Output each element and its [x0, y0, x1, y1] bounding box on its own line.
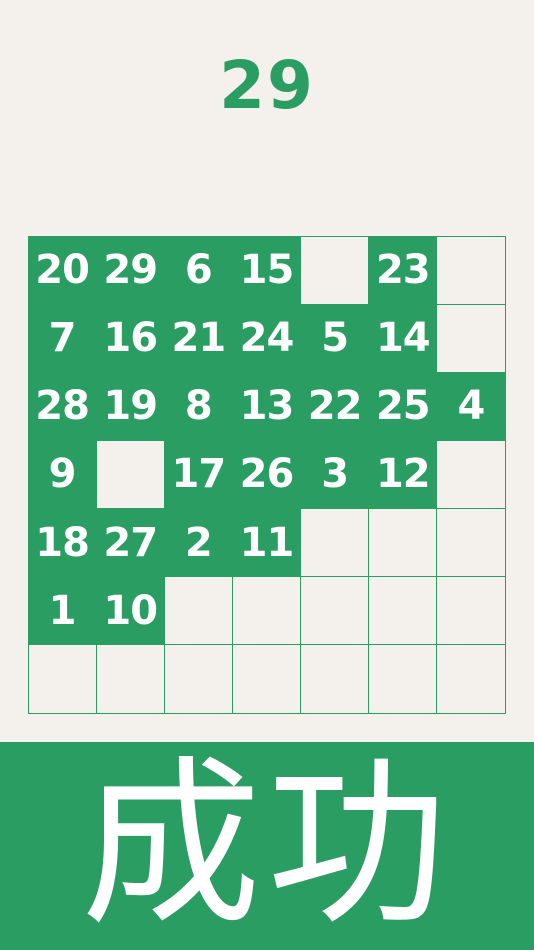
board-cell-empty[interactable]: [368, 576, 438, 646]
board-cell-empty[interactable]: [300, 644, 370, 714]
board-cell-numbered[interactable]: 12: [368, 439, 438, 510]
board-cell-empty[interactable]: [300, 576, 370, 646]
board-cell-empty[interactable]: [95, 644, 165, 714]
board-cell-empty[interactable]: [163, 576, 233, 646]
board-cell-numbered[interactable]: 23: [368, 235, 438, 305]
board-cell-numbered[interactable]: 20: [27, 235, 97, 305]
board-cell-numbered[interactable]: 21: [163, 303, 233, 373]
board-cell-numbered[interactable]: 4: [436, 371, 506, 441]
board-cell-empty[interactable]: [436, 439, 506, 510]
board-cell-numbered[interactable]: 16: [95, 303, 165, 373]
board-cell-numbered[interactable]: 8: [163, 371, 233, 441]
board-cell-empty[interactable]: [95, 439, 165, 510]
board-cell-numbered[interactable]: 6: [163, 235, 233, 305]
board-cell-numbered[interactable]: 15: [231, 235, 302, 305]
board-cell-numbered[interactable]: 5: [300, 303, 370, 373]
board-cell-empty[interactable]: [436, 644, 506, 714]
board-cell-empty[interactable]: [368, 508, 438, 578]
board-cell-empty[interactable]: [163, 644, 233, 714]
board-cell-numbered[interactable]: 26: [231, 439, 302, 510]
board-cell-empty[interactable]: [300, 235, 370, 305]
board-cell-numbered[interactable]: 7: [27, 303, 97, 373]
board-cell-numbered[interactable]: 14: [368, 303, 438, 373]
board-cell-numbered[interactable]: 11: [231, 508, 302, 578]
board-cell-numbered[interactable]: 9: [27, 439, 97, 510]
board-cell-numbered[interactable]: 18: [27, 508, 97, 578]
board-cell-numbered[interactable]: 22: [300, 371, 370, 441]
board-cell-empty[interactable]: [231, 576, 302, 646]
board-cell-numbered[interactable]: 28: [27, 371, 97, 441]
score-display: 29: [219, 47, 315, 124]
game-board[interactable]: 20 29 6 15 23 7 16 21 24 5 14 28 19 8 13 22 25 4 9 17 26 3 12 1…: [27, 235, 506, 714]
board-cell-numbered[interactable]: 25: [368, 371, 438, 441]
board-cell-numbered[interactable]: 13: [231, 371, 302, 441]
board-cell-numbered[interactable]: 1: [27, 576, 97, 646]
board-cell-empty[interactable]: [436, 576, 506, 646]
success-banner[interactable]: 成功: [0, 742, 534, 950]
board-cell-numbered[interactable]: 2: [163, 508, 233, 578]
board-cell-empty[interactable]: [231, 644, 302, 714]
board-cell-numbered[interactable]: 19: [95, 371, 165, 441]
board-cell-numbered[interactable]: 27: [95, 508, 165, 578]
board-cell-numbered[interactable]: 10: [95, 576, 165, 646]
board-cell-numbered[interactable]: 17: [163, 439, 233, 510]
board-cell-empty[interactable]: [436, 508, 506, 578]
board-cell-empty[interactable]: [436, 235, 506, 305]
board-cell-empty[interactable]: [300, 508, 370, 578]
board-cell-empty[interactable]: [436, 303, 506, 373]
board-cell-numbered[interactable]: 3: [300, 439, 370, 510]
board-cell-empty[interactable]: [27, 644, 97, 714]
board-cell-numbered[interactable]: 29: [95, 235, 165, 305]
board-cell-numbered[interactable]: 24: [231, 303, 302, 373]
board-cell-empty[interactable]: [368, 644, 438, 714]
